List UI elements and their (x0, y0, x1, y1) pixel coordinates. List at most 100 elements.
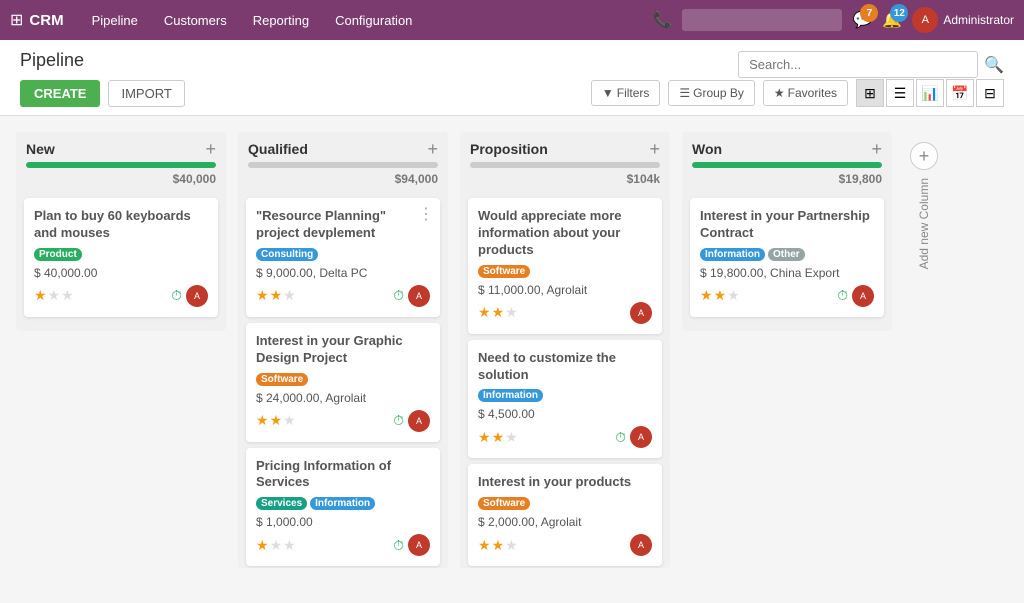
star-filled[interactable]: ★ (478, 537, 491, 554)
card-title: Need to customize the solution (478, 350, 652, 384)
star-filled[interactable]: ★ (700, 287, 713, 304)
view-list[interactable]: ☰ (886, 79, 914, 107)
kanban-card[interactable]: Would appreciate more information about … (468, 198, 662, 334)
star-empty[interactable]: ★ (505, 537, 518, 554)
grid-icon[interactable]: ⊞ (10, 10, 23, 30)
card-tag[interactable]: Consulting (256, 248, 318, 261)
card-amount: $ 2,000.00, Agrolait (478, 515, 652, 529)
card-tag[interactable]: Software (478, 265, 530, 278)
star-filled[interactable]: ★ (256, 537, 269, 554)
clock-icon[interactable]: ⏱ (837, 287, 848, 304)
star-empty[interactable]: ★ (48, 287, 61, 304)
card-tag[interactable]: Services (256, 497, 307, 510)
nav-pipeline[interactable]: Pipeline (80, 7, 150, 34)
star-filled[interactable]: ★ (492, 304, 505, 321)
star-filled[interactable]: ★ (256, 412, 269, 429)
kanban-card[interactable]: Interest in your Partnership ContractInf… (690, 198, 884, 317)
star-filled[interactable]: ★ (492, 429, 505, 446)
card-amount: $ 19,800.00, China Export (700, 266, 874, 280)
card-icons: ⏱A (393, 534, 430, 556)
favorites-button[interactable]: ★ Favorites (763, 80, 848, 106)
column-progress-new (26, 162, 216, 168)
card-icons: ⏱A (171, 285, 208, 307)
column-add-btn-qualified[interactable]: + (427, 140, 438, 158)
kanban-card[interactable]: Plan to buy 60 keyboards and mousesProdu… (24, 198, 218, 317)
card-tag[interactable]: Software (478, 497, 530, 510)
star-filled[interactable]: ★ (270, 412, 283, 429)
card-stars[interactable]: ★★★ (700, 287, 740, 304)
star-empty[interactable]: ★ (727, 287, 740, 304)
column-add-btn-won[interactable]: + (871, 140, 882, 158)
phone-icon[interactable]: 📞 (653, 10, 673, 30)
card-tag[interactable]: Information (310, 497, 375, 510)
add-column-plus-icon[interactable]: + (910, 142, 938, 170)
card-footer: ★★★⏱A (256, 285, 430, 307)
import-button[interactable]: IMPORT (108, 80, 184, 107)
star-filled[interactable]: ★ (478, 429, 491, 446)
card-stars[interactable]: ★★★ (256, 287, 296, 304)
star-empty[interactable]: ★ (505, 429, 518, 446)
column-header-new: New+ (16, 132, 226, 162)
groupby-button[interactable]: ☰ Group By (668, 80, 754, 106)
card-stars[interactable]: ★★★ (478, 304, 518, 321)
card-amount: $ 9,000.00, Delta PC (256, 266, 430, 280)
card-stars[interactable]: ★★★ (256, 412, 296, 429)
clock-icon[interactable]: ⏱ (171, 287, 182, 304)
star-filled[interactable]: ★ (492, 537, 505, 554)
column-add-btn-proposition[interactable]: + (649, 140, 660, 158)
search-icon[interactable]: 🔍 (984, 55, 1004, 75)
user-menu[interactable]: A Administrator (912, 7, 1014, 33)
kanban-card[interactable]: ⋮"Resource Planning" project devplementC… (246, 198, 440, 317)
view-calendar[interactable]: 📅 (946, 79, 974, 107)
card-tag[interactable]: Software (256, 373, 308, 386)
column-add-btn-new[interactable]: + (205, 140, 216, 158)
nav-reporting[interactable]: Reporting (241, 7, 321, 34)
nav-configuration[interactable]: Configuration (323, 7, 424, 34)
kanban-card[interactable]: Need to customize the solution Informatio… (468, 340, 662, 459)
kanban-card[interactable]: Interest in your productsSoftware$ 2,000… (468, 464, 662, 566)
card-tag[interactable]: Information (700, 248, 765, 261)
kanban-card[interactable]: Interest in your Graphic Design ProjectS… (246, 323, 440, 442)
star-empty[interactable]: ★ (505, 304, 518, 321)
app-logo: CRM (29, 12, 63, 29)
card-stars[interactable]: ★★★ (256, 537, 296, 554)
clock-icon[interactable]: ⏱ (615, 429, 626, 446)
topbar-search-input[interactable] (682, 9, 842, 31)
kanban-card[interactable]: Pricing Information of ServicesServicesI… (246, 448, 440, 567)
view-pivot[interactable]: ⊟ (976, 79, 1004, 107)
star-filled[interactable]: ★ (714, 287, 727, 304)
card-stars[interactable]: ★★★ (478, 537, 518, 554)
search-input[interactable] (738, 51, 978, 78)
user-avatar: A (912, 7, 938, 33)
card-icons: ⏱A (393, 285, 430, 307)
card-tags: InformationOther (700, 248, 874, 261)
card-tag[interactable]: Other (768, 248, 805, 261)
filters-button[interactable]: ▼ Filters (591, 80, 661, 106)
card-stars[interactable]: ★★★ (478, 429, 518, 446)
star-empty[interactable]: ★ (270, 537, 283, 554)
card-stars[interactable]: ★★★ (34, 287, 74, 304)
star-empty[interactable]: ★ (283, 537, 296, 554)
star-empty[interactable]: ★ (283, 287, 296, 304)
add-column-button[interactable]: + Add new Column (904, 132, 944, 269)
activity-badge: 12 (890, 4, 908, 22)
card-tag[interactable]: Product (34, 248, 82, 261)
clock-icon[interactable]: ⏱ (393, 287, 404, 304)
main-nav: Pipeline Customers Reporting Configurati… (80, 7, 425, 34)
clock-icon[interactable]: ⏱ (393, 537, 404, 554)
star-filled[interactable]: ★ (256, 287, 269, 304)
star-filled[interactable]: ★ (270, 287, 283, 304)
star-empty[interactable]: ★ (283, 412, 296, 429)
clock-icon[interactable]: ⏱ (393, 412, 404, 429)
card-tag[interactable]: Information (478, 389, 543, 402)
kanban-column-won: Won+$19,800Interest in your Partnership … (682, 132, 892, 331)
view-kanban[interactable]: ⊞ (856, 79, 884, 107)
card-menu-icon[interactable]: ⋮ (418, 204, 434, 224)
create-button[interactable]: CREATE (20, 80, 100, 107)
star-filled[interactable]: ★ (478, 304, 491, 321)
nav-customers[interactable]: Customers (152, 7, 239, 34)
kanban-column-proposition: Proposition+$104kWould appreciate more i… (460, 132, 670, 568)
star-empty[interactable]: ★ (61, 287, 74, 304)
star-filled[interactable]: ★ (34, 287, 47, 304)
view-chart[interactable]: 📊 (916, 79, 944, 107)
